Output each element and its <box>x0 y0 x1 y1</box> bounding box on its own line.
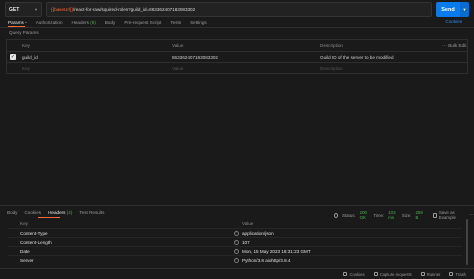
table-row-new: Key Value Description <box>7 62 467 73</box>
headers-col-value: Value <box>242 221 254 226</box>
params-col-description: Description <box>320 43 343 48</box>
response-headers-table: Key Value Content-Type i application/jso… <box>8 219 462 264</box>
statusbar-capture[interactable]: Capture requests <box>373 271 412 277</box>
runner-icon <box>420 272 425 276</box>
trash-icon <box>449 272 454 276</box>
method-label: GET <box>9 6 20 13</box>
save-icon <box>432 212 437 218</box>
tab-headers[interactable]: Headers (6) <box>72 20 96 25</box>
bulk-edit-link[interactable]: ⋯ Bulk Edit <box>437 43 467 49</box>
send-options-chevron-icon[interactable]: ▼ <box>460 2 469 17</box>
more-options-icon: ⋯ <box>442 42 447 49</box>
param-key[interactable]: guild_id <box>19 55 169 60</box>
statusbar-trash[interactable]: Trash <box>449 272 466 277</box>
response-tabs: Body Cookies Headers (4) Test Results <box>7 210 104 215</box>
status-label: Status: <box>341 212 356 218</box>
param-checkbox-cell: ✓ <box>7 54 19 60</box>
tab-body[interactable]: Body <box>105 20 115 25</box>
params-table: Key Value Description ⋯ Bulk Edit ✓ guil… <box>6 39 468 74</box>
header-key: Content-Length <box>20 239 52 245</box>
time-label: Time: <box>373 212 385 218</box>
tab-pre-request-script[interactable]: Pre-request Script <box>124 20 161 25</box>
send-button[interactable]: Send <box>436 2 460 17</box>
capture-icon <box>373 272 378 276</box>
scrollbar[interactable] <box>466 219 468 265</box>
header-key: Date <box>20 248 30 254</box>
cookies-link[interactable]: Cookies <box>445 19 462 24</box>
tab-params-dot: • <box>25 20 27 25</box>
globe-icon <box>334 212 338 218</box>
table-row: Server i Python/3.8 aiohttp/3.8.4 <box>8 255 462 264</box>
url-variable: {{baseUrl}} <box>51 7 73 12</box>
tab-params[interactable]: Params • <box>8 20 27 25</box>
headers-col-key: Key <box>20 221 28 226</box>
table-row: ✓ guild_id 863362407183083302 Guild ID o… <box>7 51 467 62</box>
resp-active-tab-underline <box>38 217 60 218</box>
header-info-cell: i <box>230 230 242 236</box>
new-param-key[interactable]: Key <box>19 66 169 71</box>
info-icon[interactable]: i <box>233 239 239 245</box>
new-param-value[interactable]: Value <box>169 66 317 71</box>
info-icon[interactable]: i <box>233 257 239 263</box>
method-select[interactable]: GET ▼ <box>5 2 42 17</box>
header-key: Server <box>20 257 34 263</box>
param-enabled-checkbox[interactable]: ✓ <box>10 54 16 60</box>
resp-tab-test-results[interactable]: Test Results <box>79 210 104 215</box>
statusbar-cookies[interactable]: Cookies <box>343 271 365 277</box>
tab-headers-label: Headers <box>71 20 89 25</box>
cookie-icon <box>343 272 348 276</box>
headers-table-header: Key Value <box>8 219 462 228</box>
tabs-divider <box>0 27 474 28</box>
size-label: Size: <box>401 212 412 218</box>
info-icon[interactable]: i <box>233 248 239 254</box>
header-value: Python/3.8 aiohttp/3.8.4 <box>242 257 291 263</box>
tab-authorization[interactable]: Authorization <box>36 20 63 25</box>
new-param-description[interactable]: Description <box>317 66 437 71</box>
tab-settings[interactable]: Settings <box>190 20 207 25</box>
pane-divider[interactable] <box>0 205 474 206</box>
statusbar-cookies-label: Cookies <box>349 271 365 277</box>
request-tabs: Params • Authorization Headers (6) Body … <box>8 18 207 27</box>
header-info-cell: i <box>230 257 242 263</box>
header-key: Content-Type <box>20 230 48 236</box>
params-col-value: Value <box>172 43 184 48</box>
header-info-cell: i <box>230 248 242 254</box>
url-path: /react-for-raw/squired-roles?guild_id=86… <box>72 7 196 12</box>
statusbar-runner[interactable]: Runner <box>420 271 441 277</box>
chevron-down-icon: ▼ <box>34 7 38 12</box>
statusbar-runner-label: Runner <box>426 271 441 277</box>
header-value: 107 <box>242 239 250 245</box>
params-table-header: Key Value Description ⋯ Bulk Edit <box>7 40 467 51</box>
table-row: Content-Type i application/json <box>8 228 462 237</box>
request-bar: GET ▼ {{baseUrl}}/react-for-raw/squired-… <box>5 2 469 17</box>
table-row: Content-Length i 107 <box>8 237 462 246</box>
param-value[interactable]: 863362407183083302 <box>169 55 317 60</box>
statusbar-trash-label: Trash <box>455 271 466 277</box>
status-bar: Cookies Capture requests Runner Trash <box>0 268 474 279</box>
tab-headers-count: (6) <box>90 20 96 25</box>
resp-tab-headers-label: Headers <box>48 210 66 215</box>
tab-tests[interactable]: Tests <box>170 20 181 25</box>
table-row: Date i Mon, 15 May 2023 18:31:23 GMT <box>8 246 462 255</box>
param-description[interactable]: Guild ID of the server to be modified <box>317 55 437 60</box>
header-info-cell: i <box>230 239 242 245</box>
resp-tab-cookies[interactable]: Cookies <box>24 210 41 215</box>
header-value: Mon, 15 May 2023 18:31:23 GMT <box>242 248 311 254</box>
query-params-heading: Query Params <box>9 30 39 35</box>
bulk-edit-label: Bulk Edit <box>448 42 467 48</box>
info-icon[interactable]: i <box>233 230 239 236</box>
header-value: application/json <box>242 230 274 236</box>
resp-tab-headers[interactable]: Headers (4) <box>48 210 72 215</box>
resp-tab-headers-count: (4) <box>66 210 73 215</box>
active-tab-underline <box>8 26 25 27</box>
resp-tab-body[interactable]: Body <box>7 210 17 215</box>
url-input[interactable]: {{baseUrl}}/react-for-raw/squired-roles?… <box>46 2 432 17</box>
tab-params-label: Params <box>8 20 24 25</box>
params-col-key: Key <box>22 43 30 48</box>
statusbar-capture-label: Capture requests <box>379 271 412 277</box>
more-options-icon[interactable]: ⋯ <box>469 212 474 218</box>
